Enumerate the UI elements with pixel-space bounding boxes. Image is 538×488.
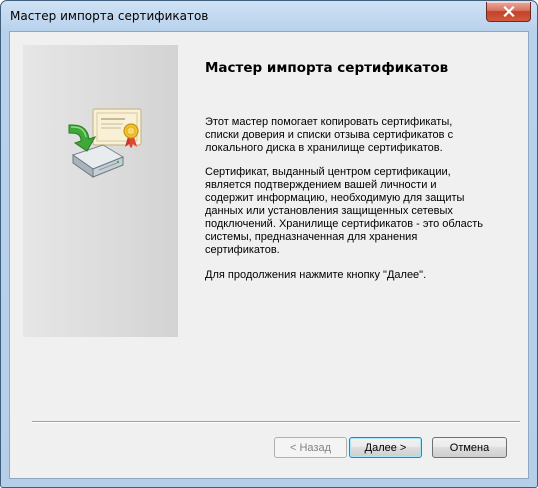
wizard-banner: [23, 45, 178, 337]
dialog-body: Мастер импорта сертификатов Этот мастер …: [9, 31, 529, 479]
back-button[interactable]: < Назад: [274, 437, 347, 458]
next-button[interactable]: Далее >: [349, 437, 422, 458]
close-button[interactable]: [486, 2, 531, 22]
continue-instruction-paragraph: Для продолжения нажмите кнопку "Далее".: [205, 269, 427, 281]
certificate-description-paragraph: Сертификат, выданный центром сертификаци…: [205, 166, 484, 256]
wizard-heading: Мастер импорта сертификатов: [205, 60, 449, 76]
intro-paragraph: Этот мастер помогает копировать сертифик…: [205, 116, 454, 154]
window-title: Мастер импорта сертификатов: [10, 9, 209, 23]
title-bar[interactable]: Мастер импорта сертификатов: [1, 1, 537, 31]
wizard-window: Мастер импорта сертификатов Мастер импор…: [0, 0, 538, 488]
footer-separator: [32, 421, 520, 423]
certificate-import-icon: [68, 108, 142, 178]
cancel-button[interactable]: Отмена: [432, 437, 507, 458]
close-icon: [502, 6, 515, 17]
